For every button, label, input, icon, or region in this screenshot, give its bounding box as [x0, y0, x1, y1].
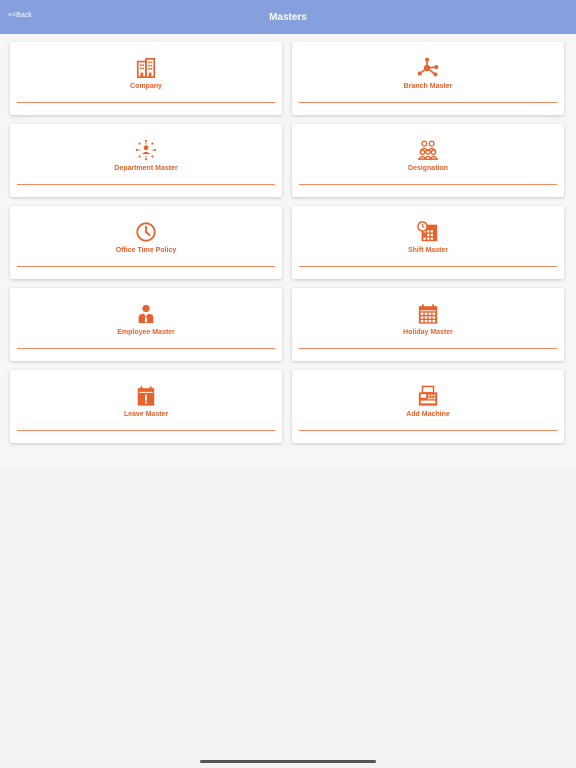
office-time-policy-card[interactable]: Office Time Policy	[10, 206, 282, 279]
page-title: Masters	[269, 11, 307, 23]
branch-master-card[interactable]: Branch Master	[292, 42, 564, 115]
divider	[17, 266, 275, 267]
designation-label: Designation	[407, 165, 449, 172]
calendar-alert-icon	[135, 385, 157, 407]
branch-network-icon	[417, 57, 439, 79]
leave-master-card[interactable]: Leave Master	[10, 370, 282, 443]
holiday-master-label: Holiday Master	[403, 329, 453, 336]
fax-machine-icon	[417, 385, 439, 407]
divider	[17, 430, 275, 431]
home-indicator	[200, 760, 376, 763]
divider	[17, 348, 275, 349]
department-people-icon	[135, 139, 157, 161]
shift-master-label: Shift Master	[407, 247, 449, 254]
add-machine-label: Add Machine	[406, 411, 450, 418]
employee-master-card[interactable]: Employee Master	[10, 288, 282, 361]
navigation-bar: <<Back Masters	[0, 0, 576, 34]
divider	[299, 266, 557, 267]
office-time-policy-label: Office Time Policy	[115, 247, 177, 254]
masters-grid: Company Branch Master Department Master …	[10, 42, 564, 443]
shift-master-card[interactable]: Shift Master	[292, 206, 564, 279]
company-label: Company	[130, 83, 162, 90]
divider	[299, 184, 557, 185]
department-master-card[interactable]: Department Master	[10, 124, 282, 197]
employee-icon	[135, 303, 157, 325]
building-icon	[135, 57, 157, 79]
divider	[17, 184, 275, 185]
group-users-icon	[417, 139, 439, 161]
designation-card[interactable]: Designation	[292, 124, 564, 197]
branch-master-label: Branch Master	[403, 83, 453, 90]
clock-icon	[135, 221, 157, 243]
divider	[299, 430, 557, 431]
calendar-clock-icon	[417, 221, 439, 243]
holiday-master-card[interactable]: Holiday Master	[292, 288, 564, 361]
calendar-grid-icon	[417, 303, 439, 325]
leave-master-label: Leave Master	[123, 411, 169, 418]
employee-master-label: Employee Master	[117, 329, 175, 336]
add-machine-card[interactable]: Add Machine	[292, 370, 564, 443]
back-button[interactable]: <<Back	[8, 12, 32, 19]
divider	[17, 102, 275, 103]
department-master-label: Department Master	[114, 165, 178, 172]
company-card[interactable]: Company	[10, 42, 282, 115]
divider	[299, 348, 557, 349]
divider	[299, 102, 557, 103]
